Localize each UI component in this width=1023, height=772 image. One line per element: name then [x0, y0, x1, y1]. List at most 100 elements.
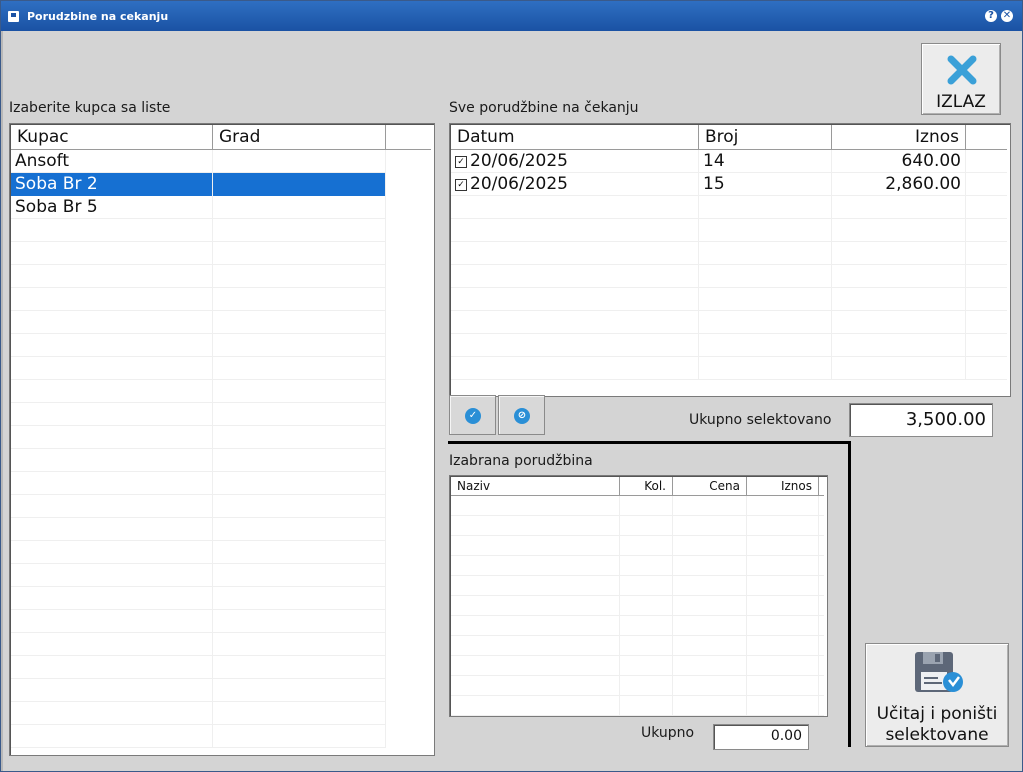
cell-kupac [11, 380, 213, 403]
check-circle-icon: ✓ [465, 408, 481, 424]
table-row[interactable]: ✓ 20/06/2025 15 2,860.00 [451, 173, 1007, 196]
help-icon[interactable]: ? [985, 10, 997, 22]
cell-grad [213, 311, 386, 334]
cell-kupac [11, 587, 213, 610]
cell-iznos [832, 311, 966, 334]
orders-grid[interactable]: Datum Broj Iznos ✓ 20/06/2025 14 640.00 ✓ 20/… [449, 123, 1011, 397]
cell-empty [386, 265, 431, 288]
cell-kupac [11, 564, 213, 587]
empty-row [11, 541, 431, 564]
cell-iznos [832, 288, 966, 311]
select-all-button[interactable]: ✓ [449, 395, 496, 435]
cell-iznos: 2,860.00 [832, 173, 966, 196]
empty-row [451, 656, 824, 676]
cell-empty [386, 403, 431, 426]
load-and-clear-label-line2: selektovane [885, 725, 989, 745]
cell-empty [673, 536, 747, 556]
empty-row [11, 702, 431, 725]
total-selected-label: Ukupno selektovano [689, 412, 832, 428]
table-row[interactable]: Soba Br 5 [11, 196, 431, 219]
total-selected-field: 3,500.00 [849, 403, 993, 437]
deselect-all-button[interactable]: ⊘ [498, 395, 545, 435]
cell-empty [673, 516, 747, 536]
empty-row [11, 426, 431, 449]
cell-kupac [11, 357, 213, 380]
column-header-cena[interactable]: Cena [673, 477, 747, 495]
cell-empty [673, 496, 747, 516]
column-header-naziv[interactable]: Naziv [451, 477, 620, 495]
column-header-iznos[interactable]: Iznos [832, 125, 966, 149]
table-row[interactable]: ✓ 20/06/2025 14 640.00 [451, 150, 1007, 173]
cell-empty [747, 616, 819, 636]
cell-datum [451, 196, 699, 219]
order-date: 20/06/2025 [470, 151, 568, 171]
cell-kupac [11, 518, 213, 541]
empty-row [11, 288, 431, 311]
row-checkbox[interactable]: ✓ [455, 179, 467, 191]
cell-kupac [11, 472, 213, 495]
cell-datum [451, 265, 699, 288]
cell-empty [620, 516, 673, 536]
column-header-kupac[interactable]: Kupac [11, 125, 213, 149]
cell-kupac [11, 610, 213, 633]
order-items-grid[interactable]: Naziv Kol. Cena Iznos [449, 475, 828, 717]
order-date: 20/06/2025 [470, 174, 568, 194]
table-row[interactable]: Soba Br 2 [11, 173, 431, 196]
row-checkbox[interactable]: ✓ [455, 156, 467, 168]
cell-grad [213, 587, 386, 610]
empty-row [451, 242, 1007, 265]
cell-empty [620, 656, 673, 676]
table-row[interactable]: Ansoft [11, 150, 431, 173]
column-header-iznos[interactable]: Iznos [747, 477, 819, 495]
cell-grad [213, 219, 386, 242]
column-header-kol[interactable]: Kol. [620, 477, 673, 495]
cell-empty [386, 564, 431, 587]
exit-button[interactable]: IZLAZ [921, 43, 1001, 115]
cell-grad [213, 702, 386, 725]
customers-grid[interactable]: Kupac Grad Ansoft Soba Br 2 Soba Br 5 [9, 123, 435, 756]
cell-empty [966, 265, 1007, 288]
cell-datum: ✓ 20/06/2025 [451, 173, 699, 196]
cell-iznos [832, 219, 966, 242]
cell-grad [213, 449, 386, 472]
cell-datum: ✓ 20/06/2025 [451, 150, 699, 173]
close-x-icon [947, 55, 977, 85]
cell-grad [213, 288, 386, 311]
cell-empty [747, 536, 819, 556]
cell-empty [451, 496, 620, 516]
cell-grad [213, 242, 386, 265]
cell-empty [747, 596, 819, 616]
load-and-clear-button[interactable]: Učitaj i poništi selektovane [865, 643, 1009, 747]
cell-kupac [11, 725, 213, 748]
cell-grad [213, 518, 386, 541]
cell-empty [673, 656, 747, 676]
close-icon[interactable]: ✕ [1001, 10, 1013, 22]
column-header-broj[interactable]: Broj [699, 125, 832, 149]
empty-row [11, 219, 431, 242]
cell-grad [213, 541, 386, 564]
cell-grad [213, 196, 386, 219]
cell-grad [213, 610, 386, 633]
empty-row [11, 242, 431, 265]
cell-empty [386, 311, 431, 334]
empty-row [451, 219, 1007, 242]
cell-empty [673, 616, 747, 636]
cell-empty [966, 150, 1007, 173]
cell-kupac [11, 426, 213, 449]
cell-empty [673, 696, 747, 716]
cell-empty [386, 150, 431, 173]
cell-iznos [832, 334, 966, 357]
cell-grad [213, 150, 386, 173]
cell-empty [386, 656, 431, 679]
empty-row [451, 616, 824, 636]
empty-row [451, 576, 824, 596]
cell-empty [386, 173, 431, 196]
cell-empty [620, 556, 673, 576]
cell-empty [386, 334, 431, 357]
cell-empty [966, 196, 1007, 219]
column-header-datum[interactable]: Datum [451, 125, 699, 149]
cell-empty [747, 696, 819, 716]
column-header-grad[interactable]: Grad [213, 125, 386, 149]
empty-row [451, 536, 824, 556]
cell-broj [699, 242, 832, 265]
